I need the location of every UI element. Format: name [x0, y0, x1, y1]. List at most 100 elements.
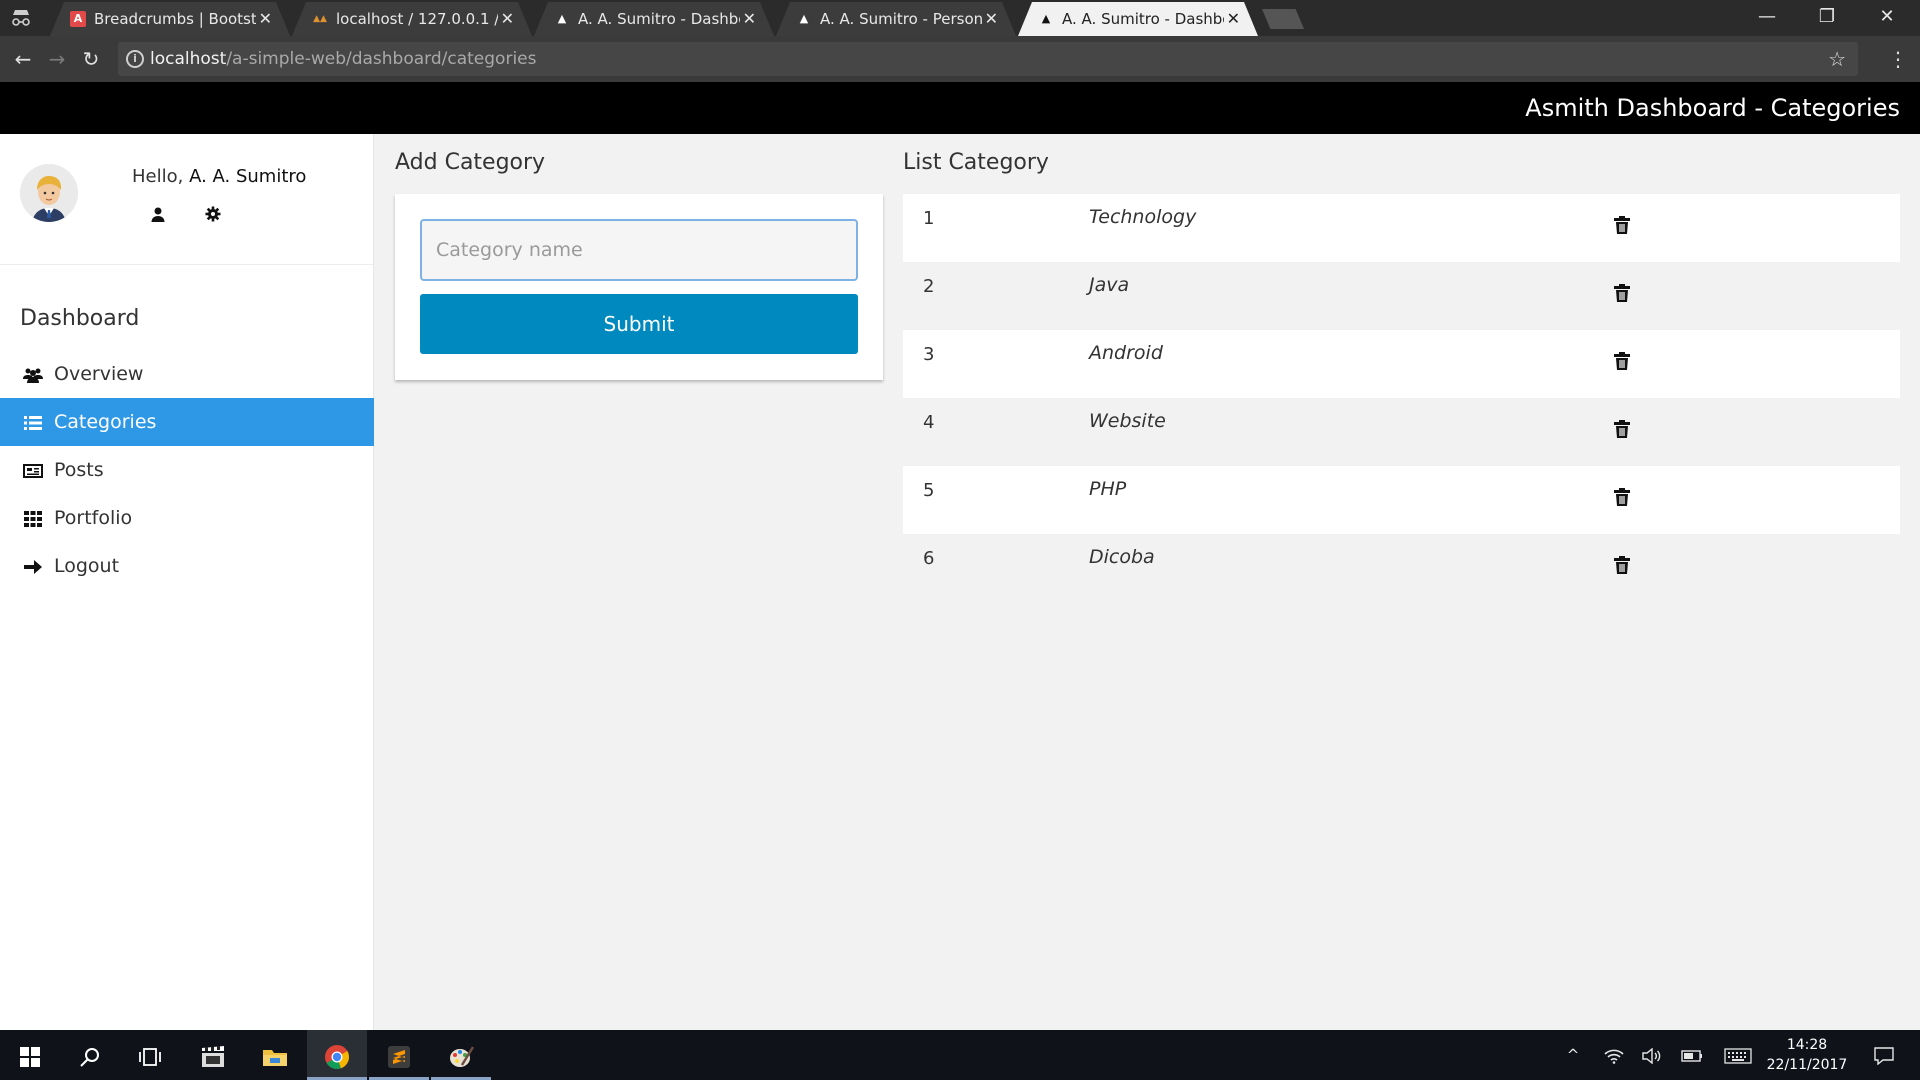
tab-title: A. A. Sumitro - Dashboar	[578, 10, 739, 28]
arrow-right-icon	[22, 542, 44, 590]
list-category-title: List Category	[903, 150, 1049, 175]
category-row: 3 Android	[903, 330, 1900, 398]
category-row: 2 Java	[903, 262, 1900, 330]
sidebar: Hello, A. A. Sumitro Dashboard Overview …	[0, 134, 374, 1030]
windows-start-icon[interactable]	[0, 1030, 60, 1080]
category-id: 6	[923, 548, 935, 569]
sidebar-item-posts[interactable]: Posts	[0, 446, 374, 494]
trash-icon[interactable]	[1614, 420, 1634, 440]
category-id: 1	[923, 208, 935, 229]
category-id: 5	[923, 480, 935, 501]
browser-menu-icon[interactable]: ⋮	[1888, 44, 1908, 74]
back-icon[interactable]: ←	[8, 44, 38, 74]
trash-icon[interactable]	[1614, 488, 1634, 508]
newspaper-icon	[22, 446, 44, 494]
search-icon[interactable]	[60, 1030, 120, 1080]
sidebar-item-label: Categories	[54, 411, 157, 433]
file-explorer-icon[interactable]	[245, 1030, 305, 1080]
category-id: 3	[923, 344, 935, 365]
favicon-icon: A	[70, 11, 86, 27]
phpmyadmin-favicon-icon: ▲▲	[313, 14, 327, 24]
greeting: Hello, A. A. Sumitro	[132, 166, 306, 187]
tray-chevron-up-icon[interactable]: ^	[1558, 1030, 1588, 1080]
close-tab-icon[interactable]: ✕	[1227, 2, 1240, 36]
battery-icon[interactable]	[1676, 1030, 1708, 1080]
clock-time: 14:28	[1786, 1037, 1828, 1053]
sidebar-item-label: Portfolio	[54, 507, 133, 529]
close-tab-icon[interactable]: ✕	[259, 2, 272, 36]
tab-title: A. A. Sumitro - Personal	[820, 10, 982, 28]
info-icon[interactable]: i	[126, 50, 144, 68]
clock-date: 22/11/2017	[1766, 1057, 1848, 1073]
browser-tab[interactable]: ▲ A. A. Sumitro - Dashboar ✕	[534, 2, 774, 36]
new-tab-button[interactable]	[1262, 9, 1304, 29]
address-input[interactable]: i localhost/a-simple-web/dashboard/categ…	[118, 42, 1858, 76]
task-view-icon[interactable]	[120, 1030, 180, 1080]
category-id: 4	[923, 412, 935, 433]
reload-icon[interactable]: ↻	[76, 44, 106, 74]
trash-icon[interactable]	[1614, 284, 1634, 304]
category-row: 4 Website	[903, 398, 1900, 466]
category-row: 6 Dicoba	[903, 534, 1900, 602]
paint-app-icon[interactable]	[431, 1030, 491, 1080]
favicon-icon: ▲	[799, 12, 809, 25]
sidebar-item-label: Overview	[54, 363, 144, 385]
keyboard-icon[interactable]	[1720, 1030, 1756, 1080]
notifications-icon[interactable]	[1864, 1030, 1904, 1080]
category-name: Android	[1089, 342, 1163, 364]
user-icon[interactable]	[148, 206, 168, 226]
clapperboard-app-icon[interactable]	[183, 1030, 243, 1080]
submit-button[interactable]: Submit	[420, 294, 858, 354]
minimize-icon[interactable]: —	[1738, 0, 1796, 36]
windows-taskbar: ^ 14:28 22/11/2017	[0, 1030, 1920, 1080]
incognito-icon	[10, 8, 32, 28]
profile-panel: Hello, A. A. Sumitro	[0, 134, 374, 265]
sidebar-item-label: Logout	[54, 555, 120, 577]
browser-tab-active[interactable]: ▲ A. A. Sumitro - Dashboar ✕	[1018, 2, 1258, 36]
close-tab-icon[interactable]: ✕	[743, 2, 756, 36]
trash-icon[interactable]	[1614, 352, 1634, 372]
add-category-card: Submit	[395, 194, 883, 380]
system-clock[interactable]: 14:28 22/11/2017	[1765, 1035, 1849, 1075]
grid-icon	[22, 494, 44, 542]
sidebar-item-categories[interactable]: Categories	[0, 398, 374, 446]
browser-tab[interactable]: A Breadcrumbs | Bootstrap ✕	[50, 2, 290, 36]
category-name: PHP	[1089, 478, 1127, 500]
sidebar-item-logout[interactable]: Logout	[0, 542, 374, 590]
address-bar-row: ← → ↻ i localhost/a-simple-web/dashboard…	[0, 36, 1920, 82]
forward-icon[interactable]: →	[42, 44, 72, 74]
tab-title: A. A. Sumitro - Dashboar	[1062, 10, 1223, 28]
restore-icon[interactable]: ❐	[1798, 0, 1856, 36]
category-id: 2	[923, 276, 935, 297]
url-text: localhost/a-simple-web/dashboard/categor…	[150, 42, 537, 76]
gear-icon[interactable]	[203, 206, 223, 226]
close-tab-icon[interactable]: ✕	[501, 2, 514, 36]
bookmark-star-icon[interactable]: ☆	[1828, 42, 1846, 76]
close-tab-icon[interactable]: ✕	[985, 2, 998, 36]
favicon-icon: ▲	[1041, 12, 1051, 25]
category-name: Java	[1089, 274, 1130, 296]
url-host: localhost	[150, 49, 227, 69]
url-path: /a-simple-web/dashboard/categories	[226, 49, 537, 69]
user-name: A. A. Sumitro	[189, 166, 307, 187]
page-header: Asmith Dashboard - Categories	[0, 82, 1920, 134]
chrome-taskbar-icon[interactable]	[307, 1030, 367, 1080]
browser-tab[interactable]: ▲▲ localhost / 127.0.0.1 / as ✕	[292, 2, 532, 36]
category-name-input[interactable]	[420, 219, 858, 281]
category-row: 1 Technology	[903, 194, 1900, 262]
sidebar-item-overview[interactable]: Overview	[0, 350, 374, 398]
sidebar-title: Dashboard	[20, 306, 140, 331]
wifi-icon[interactable]	[1598, 1030, 1630, 1080]
close-window-icon[interactable]: ✕	[1858, 0, 1916, 36]
greeting-label: Hello,	[132, 166, 184, 187]
trash-icon[interactable]	[1614, 216, 1634, 236]
category-list: 1 Technology 2 Java 3 Android 4 Website …	[903, 194, 1900, 602]
sublime-text-icon[interactable]	[369, 1030, 429, 1080]
browser-tab[interactable]: ▲ A. A. Sumitro - Personal ✕	[776, 2, 1016, 36]
volume-icon[interactable]	[1636, 1030, 1668, 1080]
sidebar-item-portfolio[interactable]: Portfolio	[0, 494, 374, 542]
browser-tab-bar: A Breadcrumbs | Bootstrap ✕ ▲▲ localhost…	[0, 0, 1920, 36]
add-category-title: Add Category	[395, 150, 546, 175]
category-name: Dicoba	[1089, 546, 1155, 568]
trash-icon[interactable]	[1614, 556, 1634, 576]
